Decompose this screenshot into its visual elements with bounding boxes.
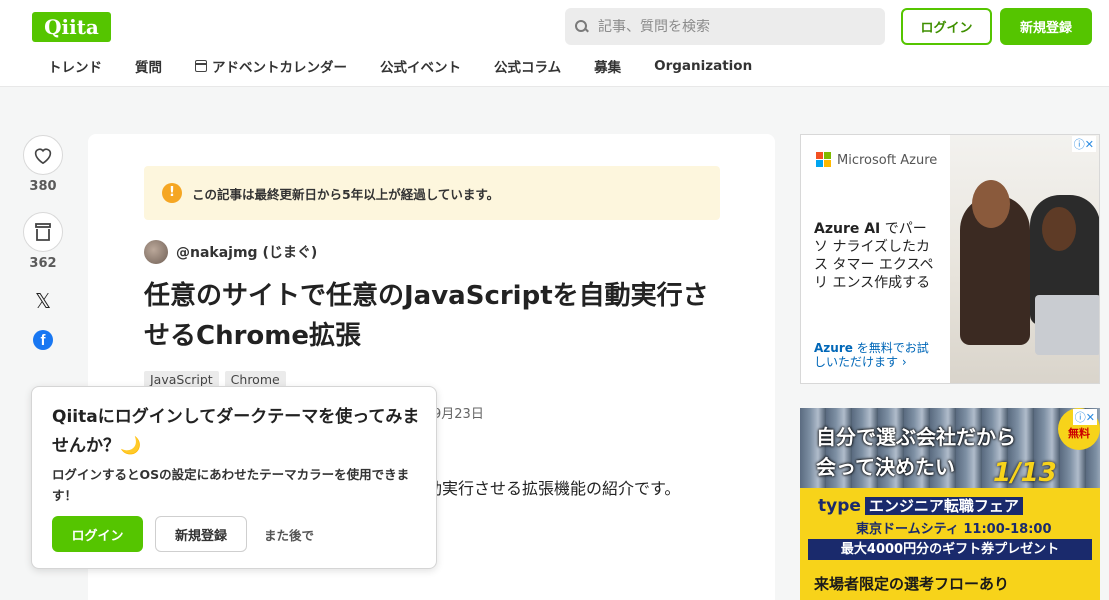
dark-theme-popup: Qiitaにログインしてダークテーマを使ってみませんか？🌙 ログインするとOSの… [31, 386, 437, 569]
outdated-notice: ! この記事は最終更新日から5年以上が経過しています。 [144, 166, 720, 220]
nav-recruit[interactable]: 募集 [594, 56, 621, 76]
article-title: 任意のサイトで任意のJavaScriptを自動実行させるChrome拡張 [144, 281, 709, 351]
ad-selection-flow: 来場者限定の選考フローあり [814, 575, 1010, 593]
outdated-notice-text: この記事は最終更新日から5年以上が経過しています。 [192, 186, 500, 202]
azure-ad[interactable]: Microsoft Azure Azure AI でパーソ ナライズしたカス タ… [800, 134, 1100, 384]
azure-ad-body: Azure AI でパーソ ナライズしたカス タマー エクスペリ エンス作成する [814, 220, 939, 292]
moon-icon: 🌙 [120, 436, 142, 456]
ms-brand-text: Microsoft Azure [837, 152, 938, 168]
microsoft-icon [816, 152, 832, 168]
search-icon [575, 19, 589, 34]
adchoices-icon[interactable]: ⓘ✕ [1071, 136, 1096, 152]
avatar [144, 240, 168, 264]
azure-ad-body-bold: Azure AI [814, 221, 881, 237]
ad-headline: 自分で選ぶ会社だから 会って決めたい [816, 422, 1016, 482]
like-button[interactable] [23, 135, 63, 175]
calendar-icon [195, 60, 207, 72]
nav-official-column[interactable]: 公式コラム [494, 56, 561, 76]
nav-official-events[interactable]: 公式イベント [380, 56, 461, 76]
article-intro-text: 動実行させる拡張機能の紹介です。 [426, 479, 681, 498]
azure-ad-cta-bold: Azure [814, 341, 853, 355]
ad-headline-line1: 自分で選ぶ会社だから [816, 425, 1016, 449]
stock-icon [35, 223, 51, 241]
ad-gift-banner: 最大4000円分のギフト券プレゼント [808, 539, 1092, 560]
heart-icon [34, 148, 52, 164]
nav-advent-calendar[interactable]: アドベントカレンダー [195, 56, 347, 76]
fb-share-wrap: f [23, 330, 65, 350]
popup-description: ログインするとOSの設定にあわせたテーマカラーを使用できます！ [52, 467, 410, 503]
adchoices-icon[interactable]: ⓘ✕ [1072, 409, 1097, 425]
main-nav: トレンド 質問 アドベントカレンダー 公式イベント 公式コラム 募集 Organ… [48, 56, 785, 76]
stock-button[interactable] [23, 212, 63, 252]
qiita-logo[interactable]: Qiita [32, 12, 111, 42]
microsoft-azure-logo: Microsoft Azure [816, 152, 937, 168]
popup-later-link[interactable]: また後で [264, 525, 314, 544]
azure-ad-photo [950, 135, 1099, 383]
author-link[interactable]: @nakajmg (じまぐ) [144, 240, 317, 264]
facebook-share-icon[interactable]: f [33, 330, 53, 350]
search-box[interactable] [565, 8, 885, 45]
search-input[interactable] [598, 18, 868, 35]
ad-headline-line2: 会って決めたい [816, 455, 955, 479]
popup-title: Qiitaにログインしてダークテーマを使ってみませんか？🌙 [52, 403, 422, 461]
popup-signup-button[interactable]: 新規登録 [155, 516, 247, 552]
site-header: Qiita ログイン 新規登録 トレンド 質問 アドベントカレンダー 公式イベン… [0, 0, 1109, 87]
stock-count: 362 [29, 256, 57, 271]
person-face [972, 180, 1010, 228]
post-date: 9月23日 [433, 407, 484, 422]
azure-ad-cta[interactable]: Azure を無料でお試しいただけます › [814, 341, 939, 369]
signup-button[interactable]: 新規登録 [1000, 8, 1092, 45]
author-name: @nakajmg (じまぐ) [176, 245, 318, 261]
popup-title-text: Qiitaにログインしてダークテーマを使ってみませんか？ [52, 407, 420, 456]
login-button[interactable]: ログイン [901, 8, 992, 45]
type-logo: type [818, 496, 861, 516]
nav-organization[interactable]: Organization [654, 58, 752, 74]
x-share-icon[interactable]: 𝕏 [23, 289, 63, 313]
person-face [1042, 207, 1076, 251]
ad-date: 1/13 [993, 458, 1057, 488]
fair-name: エンジニア転職フェア [864, 497, 1023, 515]
popup-login-button[interactable]: ログイン [52, 516, 143, 552]
laptop-illustration [1035, 295, 1099, 355]
warning-icon: ! [162, 183, 182, 203]
nav-questions[interactable]: 質問 [135, 56, 162, 76]
nav-advent-calendar-label: アドベントカレンダー [212, 60, 347, 76]
nav-trend[interactable]: トレンド [48, 56, 102, 76]
ad-venue: 東京ドームシティ 11:00-18:00 [856, 522, 1052, 537]
like-count: 380 [29, 179, 57, 194]
ad-brand: type エンジニア転職フェア [818, 495, 1084, 517]
type-job-fair-ad[interactable]: 自分で選ぶ会社だから 会って決めたい 無料 1/13 type エンジニア転職フェ… [800, 408, 1100, 600]
article-action-rail: 380 362 𝕏 f [23, 135, 65, 350]
